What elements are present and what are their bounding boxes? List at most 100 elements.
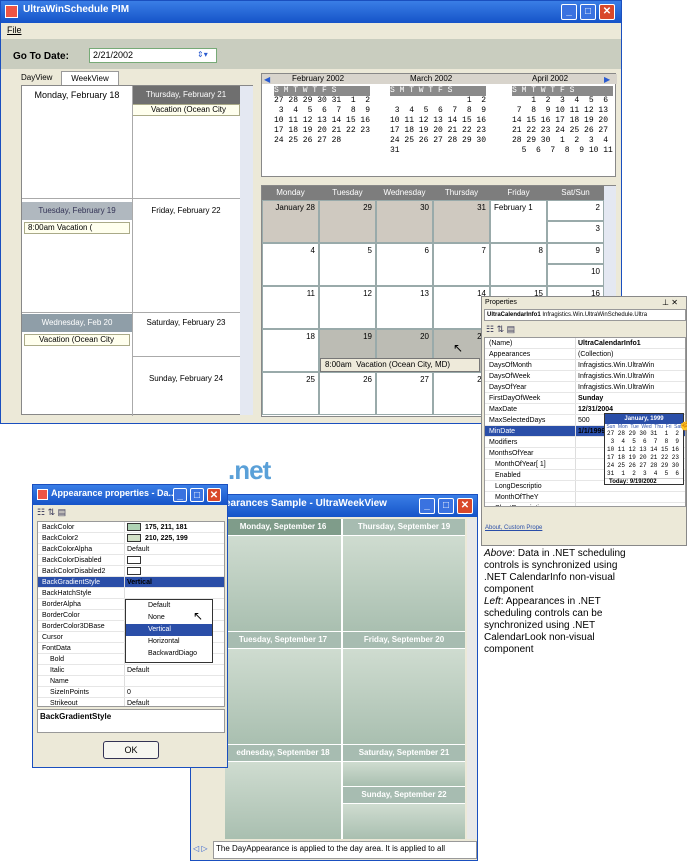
week-row[interactable]: 5 6 7 8 9 10 11 (512, 146, 613, 156)
month-day-cell[interactable]: 12 (319, 286, 376, 329)
month-day-cell[interactable]: January 28 (262, 200, 319, 243)
appearance-row[interactable]: BackColorAlpha Default (38, 544, 224, 555)
month-weekend-cell[interactable]: 9 (547, 243, 604, 264)
close-button[interactable]: ✕ (599, 4, 615, 20)
wv-scrollbar[interactable] (467, 519, 477, 839)
sort-icon[interactable]: ☷ ⇅ ▤ (486, 324, 515, 335)
week-row[interactable]: 3 4 5 6 7 8 9 (274, 106, 370, 116)
appearance-row[interactable]: BackGradientStyle Vertical (38, 577, 224, 588)
week-row[interactable]: 10 11 12 13 14 15 16 (274, 116, 370, 126)
event-tue[interactable]: 8:00am Vacation ( (24, 222, 130, 234)
week-row[interactable]: 17 18 19 20 21 22 23 (390, 126, 486, 136)
file-menu[interactable]: File (7, 25, 22, 35)
property-row[interactable]: Appearances (Collection) (485, 349, 685, 360)
ad-minimize-button[interactable]: _ (173, 488, 187, 502)
appearance-row[interactable]: BackColor2 210, 225, 199 (38, 533, 224, 544)
maximize-button[interactable]: □ (580, 4, 596, 20)
month-day-cell[interactable]: 6 (376, 243, 433, 286)
month-weekend-cell[interactable]: 2 (547, 200, 604, 221)
wv-minimize-button[interactable]: _ (419, 498, 435, 514)
month-day-cell[interactable]: 26 (319, 372, 376, 415)
week-scrollbar[interactable] (240, 86, 253, 415)
appearance-name: BackColorAlpha (42, 546, 93, 553)
appearance-row[interactable]: Name (38, 676, 224, 687)
property-row[interactable]: MonthOfTheY (485, 492, 685, 503)
appearance-row[interactable]: BackHatchStyle (38, 588, 224, 599)
month-day-cell[interactable]: February 1 (490, 200, 547, 243)
property-row[interactable]: (Name) UltraCalendarInfo1 (485, 338, 685, 349)
today-link[interactable]: Today: 9/19/2002 (605, 478, 683, 485)
week-row[interactable]: 7 8 9 10 11 12 13 (512, 106, 613, 116)
month-day-cell[interactable]: 30 (376, 200, 433, 243)
property-row[interactable]: DaysOfMonth Infragistics.Win.UltraWin (485, 360, 685, 371)
dropdown-week-row[interactable]: 3 4 5 6 7 8 9 (607, 438, 683, 446)
week-row[interactable]: 24 25 26 27 28 29 30 (390, 136, 486, 146)
month-day-cell[interactable]: 18 (262, 329, 319, 372)
dropdown-week-row[interactable]: 10 11 12 13 14 15 16 (607, 446, 683, 454)
week-row[interactable]: 28 29 30 1 2 3 4 (512, 136, 613, 146)
about-link[interactable]: About, Custom Prope (485, 525, 542, 531)
month-event[interactable]: 8:00am Vacation (Ocean City, MD) (320, 358, 480, 372)
month-day-cell[interactable]: 13 (376, 286, 433, 329)
month-grid-apr[interactable]: S M T W T F S 1 2 3 4 5 6 7 8 9 10 11 12… (512, 86, 613, 156)
month-weekend-cell[interactable]: 10 (547, 264, 604, 286)
month-weekend-cell[interactable]: 3 (547, 221, 604, 243)
week-row[interactable]: 1 2 3 4 5 6 (512, 96, 613, 106)
week-row[interactable]: 10 11 12 13 14 15 16 (390, 116, 486, 126)
wv-maximize-button[interactable]: □ (438, 498, 454, 514)
property-row[interactable]: DaysOfWeek Infragistics.Win.UltraWin (485, 371, 685, 382)
week-row[interactable]: 21 22 23 24 25 26 27 (512, 126, 613, 136)
week-row[interactable]: 14 15 16 17 18 19 20 (512, 116, 613, 126)
date-spin-icon[interactable]: ⇕▾ (197, 50, 208, 59)
appearance-row[interactable]: BackColorDisabled2 (38, 566, 224, 577)
ad-maximize-button[interactable]: □ (190, 488, 204, 502)
dropdown-week-row[interactable]: 27 28 29 30 31 1 2 (607, 430, 683, 438)
gradient-option[interactable]: BackwardDiago (126, 648, 212, 660)
month-day-cell[interactable]: 11 (262, 286, 319, 329)
appearance-row[interactable]: Strikeout Default (38, 698, 224, 706)
week-row[interactable]: 24 25 26 27 28 (274, 136, 370, 146)
month-day-cell[interactable]: 5 (319, 243, 376, 286)
dropdown-week-row[interactable]: 24 25 26 27 28 29 30 (607, 462, 683, 470)
ok-button[interactable]: OK (103, 741, 159, 759)
month-day-cell[interactable]: 31 (433, 200, 490, 243)
object-selector[interactable]: UltraCalendarInfo1 Infragistics.Win.Ultr… (484, 309, 686, 321)
appearance-row[interactable]: BackColor 175, 211, 181 (38, 522, 224, 533)
date-dropdown[interactable]: January, 1999 Sun Mon Tue Wed Thu Fri Sat 27 2… (604, 413, 684, 485)
appearance-row[interactable]: Italic Default (38, 665, 224, 676)
event-thu[interactable]: Vacation (Ocean City (132, 104, 240, 116)
week-row[interactable]: 3 4 5 6 7 8 9 (390, 106, 486, 116)
ad-sort-icon[interactable]: ☷ ⇅ ▤ (37, 507, 66, 518)
property-row[interactable]: FirstDayOfWeek Sunday (485, 393, 685, 404)
event-wed[interactable]: Vacation (Ocean City (24, 334, 130, 346)
month-grid-mar[interactable]: S M T W T F S 1 2 3 4 5 6 7 8 9 10 11 12 … (390, 86, 487, 156)
week-row[interactable]: 27 28 29 30 31 1 2 (274, 96, 370, 106)
dropdown-week-row[interactable]: 17 18 19 20 21 22 23 (607, 454, 683, 462)
prev-month-icon[interactable]: ◀ (264, 75, 270, 84)
property-row[interactable]: DaysOfYear Infragistics.Win.UltraWin (485, 382, 685, 393)
month-day-cell[interactable]: 27 (376, 372, 433, 415)
week-row[interactable]: 17 18 19 20 21 22 23 (274, 126, 370, 136)
gradient-option[interactable]: Vertical (126, 624, 212, 636)
month-day-cell[interactable]: 7 (433, 243, 490, 286)
dropdown-week-row[interactable]: 31 1 2 3 4 5 6 (607, 470, 683, 478)
property-row[interactable]: ShortDescripti (485, 503, 685, 506)
tab-dayview[interactable]: DayView (21, 73, 52, 82)
month-day-cell[interactable]: 4 (262, 243, 319, 286)
month-day-cell[interactable]: 25 (262, 372, 319, 415)
tab-weekview[interactable]: WeekView (61, 71, 119, 85)
month-day-cell[interactable]: 8 (490, 243, 547, 286)
wv-close-button[interactable]: ✕ (457, 498, 473, 514)
appearance-row[interactable]: BackColorDisabled (38, 555, 224, 566)
ad-close-button[interactable]: ✕ (207, 488, 221, 502)
minimize-button[interactable]: _ (561, 4, 577, 20)
week-row[interactable]: 1 2 (390, 96, 486, 106)
pin-icon[interactable]: ⊥ ✕ (662, 298, 678, 307)
appearance-row[interactable]: SizeInPoints 0 (38, 687, 224, 698)
gradient-option[interactable]: Horizontal (126, 636, 212, 648)
month-day-cell[interactable]: 29 (319, 200, 376, 243)
wv-nav-arrows[interactable]: ◁ ▷ (193, 844, 208, 853)
week-row[interactable]: 31 (390, 146, 486, 156)
next-month-icon[interactable]: ▶ (604, 75, 610, 84)
month-grid-feb[interactable]: S M T W T F S 27 28 29 30 31 1 2 3 4 5 6 … (274, 86, 371, 146)
